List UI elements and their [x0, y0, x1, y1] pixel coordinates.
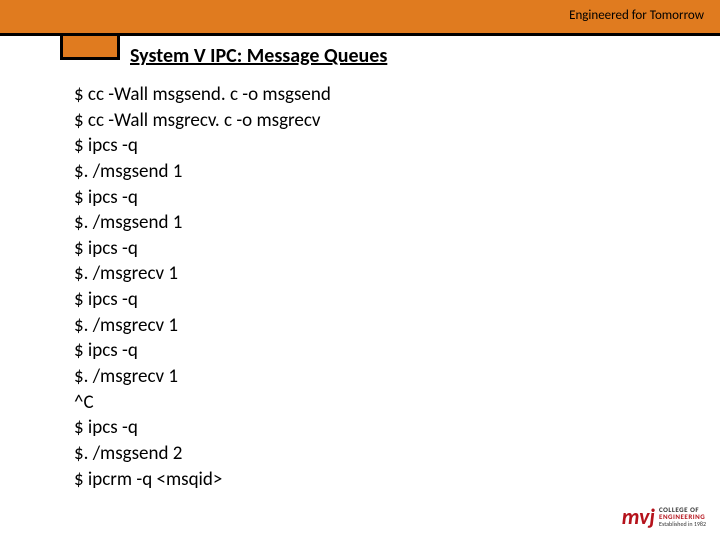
- logo-mark: mvj: [622, 503, 655, 530]
- tab-decoration: [60, 36, 120, 60]
- code-block: $ cc -Wall msgsend. c -o msgsend $ cc -W…: [74, 82, 331, 492]
- slide-title: System V IPC: Message Queues: [130, 44, 387, 68]
- tagline: Engineered for Tomorrow: [569, 8, 704, 23]
- logo-line3: Established in 1982: [659, 521, 706, 527]
- logo: mvj COLLEGE OF ENGINEERING Established i…: [622, 503, 706, 530]
- logo-text: COLLEGE OF ENGINEERING Established in 19…: [659, 506, 706, 527]
- header-bar: Engineered for Tomorrow: [0, 0, 720, 36]
